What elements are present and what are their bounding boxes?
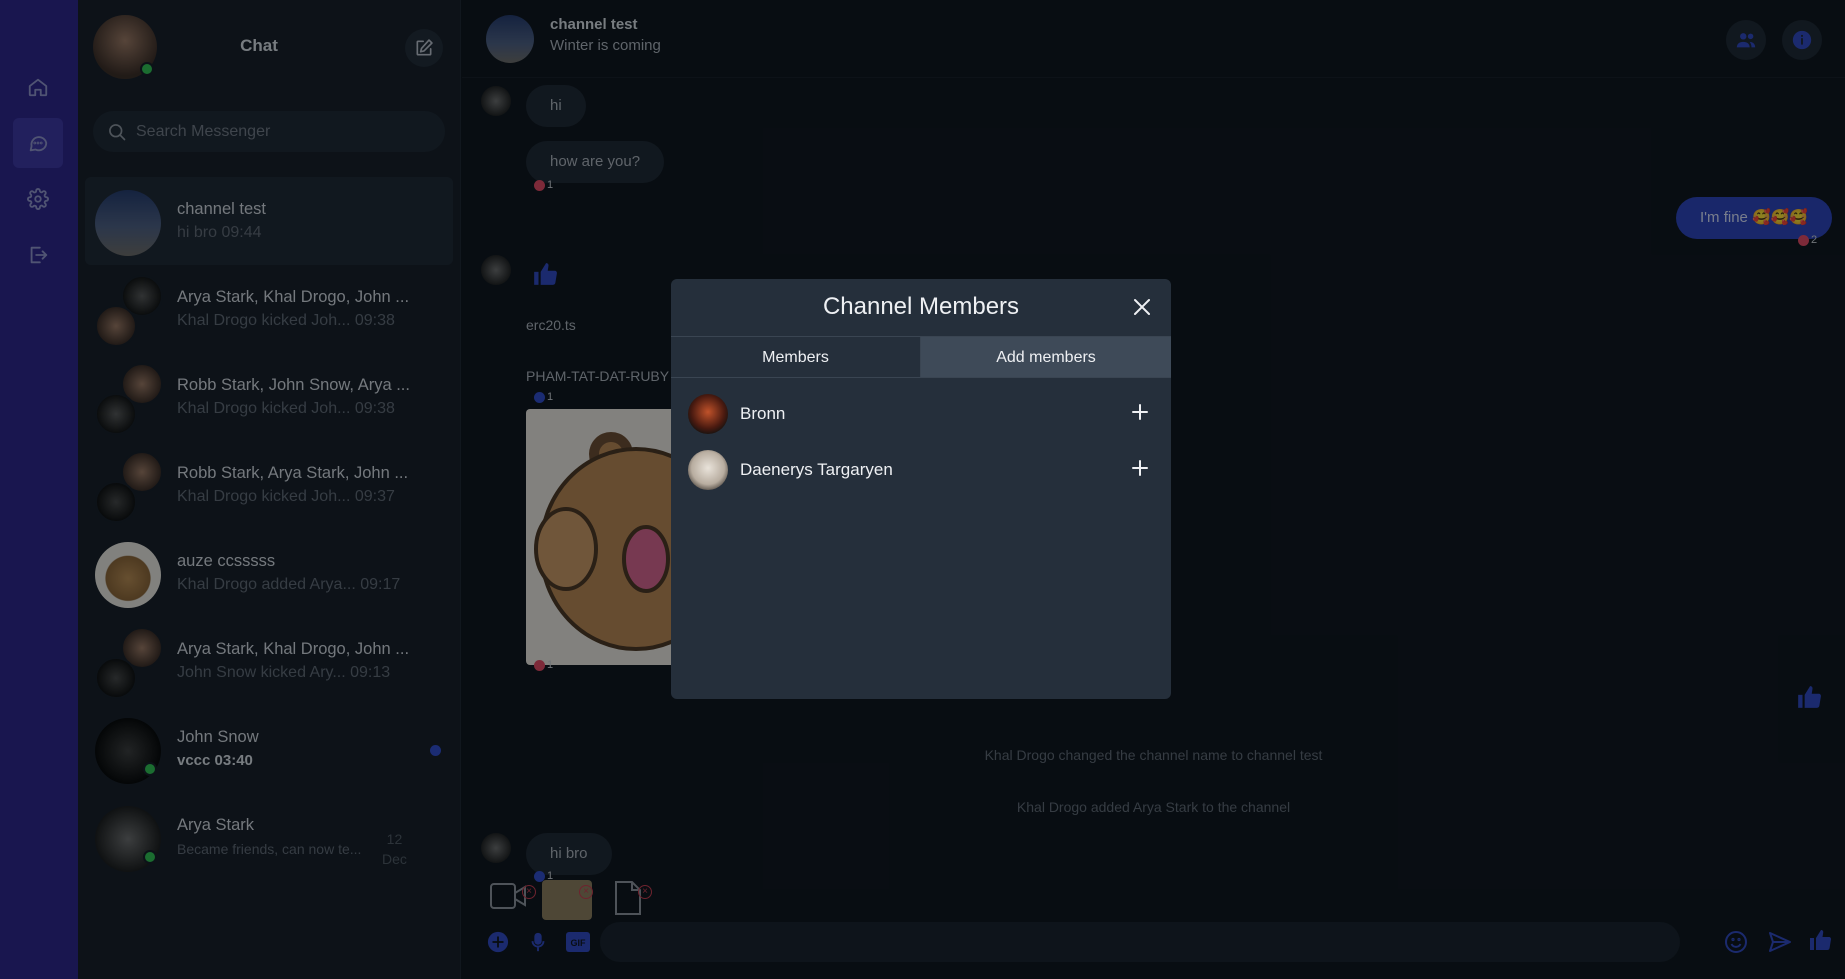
add-member-button[interactable]: [1129, 457, 1151, 479]
add-member-button[interactable]: [1129, 401, 1151, 423]
tab-members[interactable]: Members: [671, 336, 921, 378]
candidate-name: Daenerys Targaryen: [740, 460, 893, 479]
channel-members-dialog: Channel Members Members Add members Bron…: [671, 279, 1171, 699]
candidate-row: Daenerys Targaryen: [671, 442, 1171, 498]
candidate-avatar: [688, 450, 728, 490]
close-icon: [1134, 299, 1150, 315]
candidate-avatar: [688, 394, 728, 434]
close-button[interactable]: [1131, 296, 1153, 318]
candidate-name: Bronn: [740, 404, 786, 423]
plus-icon: [1132, 460, 1148, 476]
candidate-row: Bronn: [671, 386, 1171, 442]
plus-icon: [1132, 404, 1148, 420]
dialog-title: Channel Members: [822, 293, 1020, 320]
tab-add-members[interactable]: Add members: [921, 336, 1171, 378]
